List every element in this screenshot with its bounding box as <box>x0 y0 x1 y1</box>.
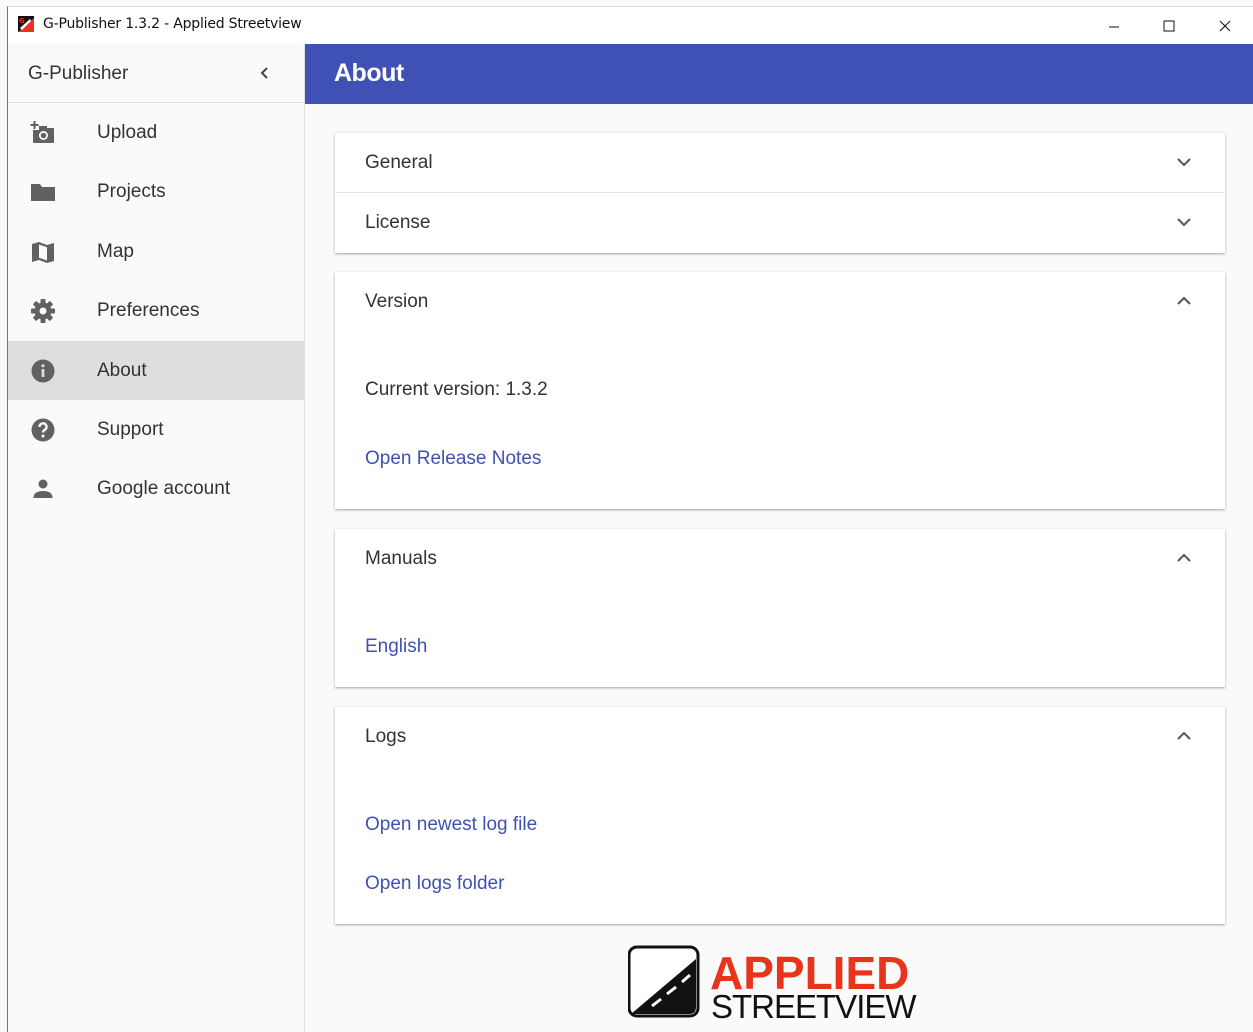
sidebar-item-label: Map <box>97 240 134 262</box>
svg-text:G: G <box>19 17 25 25</box>
chevron-down-icon <box>1177 158 1191 167</box>
sidebar-item-upload[interactable]: Upload <box>8 103 304 162</box>
folder-icon <box>30 179 56 205</box>
chevron-up-icon <box>1177 296 1191 305</box>
minimize-button[interactable] <box>1086 7 1142 44</box>
current-version-text: Current version: 1.3.2 <box>365 379 548 400</box>
panel-title-version: Version <box>365 291 429 312</box>
minimize-icon <box>1109 26 1119 27</box>
panel-header-license[interactable]: License <box>335 192 1225 251</box>
chevron-left-icon <box>260 67 268 79</box>
panel-header-general[interactable]: General <box>335 133 1225 192</box>
sidebar-item-label: Support <box>97 418 164 440</box>
logo-text-streetview: STREETVIEW <box>711 988 917 1025</box>
panel-title-manuals: Manuals <box>365 548 437 569</box>
chevron-down-icon <box>1177 218 1191 227</box>
manuals-card: Manuals English <box>335 529 1225 687</box>
add-photo-icon <box>30 120 56 146</box>
map-icon <box>30 239 56 265</box>
sidebar-item-label: Projects <box>97 181 166 203</box>
sidebar-item-label: About <box>97 359 147 381</box>
sidebar: G-Publisher Upload Projects Map Preferen… <box>8 44 305 1032</box>
gear-icon <box>30 298 56 324</box>
panel-title-general: General <box>365 152 433 173</box>
open-logs-folder-link[interactable]: Open logs folder <box>365 873 504 895</box>
maximize-button[interactable] <box>1141 7 1197 44</box>
chevron-up-icon <box>1177 553 1191 562</box>
applied-streetview-logo: APPLIED STREETVIEW <box>627 945 948 1025</box>
panel-header-logs[interactable]: Logs <box>335 707 1225 766</box>
sidebar-item-label: Google account <box>97 478 231 500</box>
app-logo-icon: G <box>18 16 34 32</box>
sidebar-item-label: Preferences <box>97 300 200 322</box>
sidebar-header: G-Publisher <box>8 44 304 103</box>
logs-card: Logs Open newest log file Open logs fold… <box>335 707 1225 924</box>
collapse-sidebar-button[interactable] <box>256 63 274 83</box>
chevron-up-icon <box>1177 731 1191 740</box>
page-title: About <box>334 59 404 87</box>
english-manual-link[interactable]: English <box>365 636 427 658</box>
panel-title-logs: Logs <box>365 726 407 747</box>
sidebar-item-map[interactable]: Map <box>8 222 304 281</box>
close-button[interactable] <box>1197 7 1253 44</box>
panel-title-license: License <box>365 212 431 233</box>
person-icon <box>30 476 56 502</box>
version-card: Version Current version: 1.3.2 Open Rele… <box>335 272 1225 509</box>
app-bar: About <box>305 44 1253 104</box>
app-window: G G-Publisher 1.3.2 - Applied Streetview… <box>7 6 1253 1032</box>
sidebar-item-about[interactable]: About <box>8 340 304 400</box>
help-icon <box>30 417 56 443</box>
sidebar-item-projects[interactable]: Projects <box>8 162 304 221</box>
general-license-card: General License <box>335 133 1225 253</box>
sidebar-title: G-Publisher <box>28 63 129 84</box>
open-newest-log-link[interactable]: Open newest log file <box>365 814 537 836</box>
sidebar-item-google-account[interactable]: Google account <box>8 459 304 518</box>
window-title: G-Publisher 1.3.2 - Applied Streetview <box>43 16 302 32</box>
close-icon <box>1219 20 1231 31</box>
open-release-notes-link[interactable]: Open Release Notes <box>365 448 541 470</box>
sidebar-item-support[interactable]: Support <box>8 400 304 459</box>
sidebar-item-label: Upload <box>97 122 158 143</box>
sidebar-item-preferences[interactable]: Preferences <box>8 281 304 340</box>
maximize-icon <box>1163 20 1175 31</box>
panel-header-manuals[interactable]: Manuals <box>335 529 1225 588</box>
panel-header-version[interactable]: Version <box>335 272 1225 331</box>
title-bar: G G-Publisher 1.3.2 - Applied Streetview <box>8 7 1253 44</box>
info-icon <box>30 358 56 384</box>
